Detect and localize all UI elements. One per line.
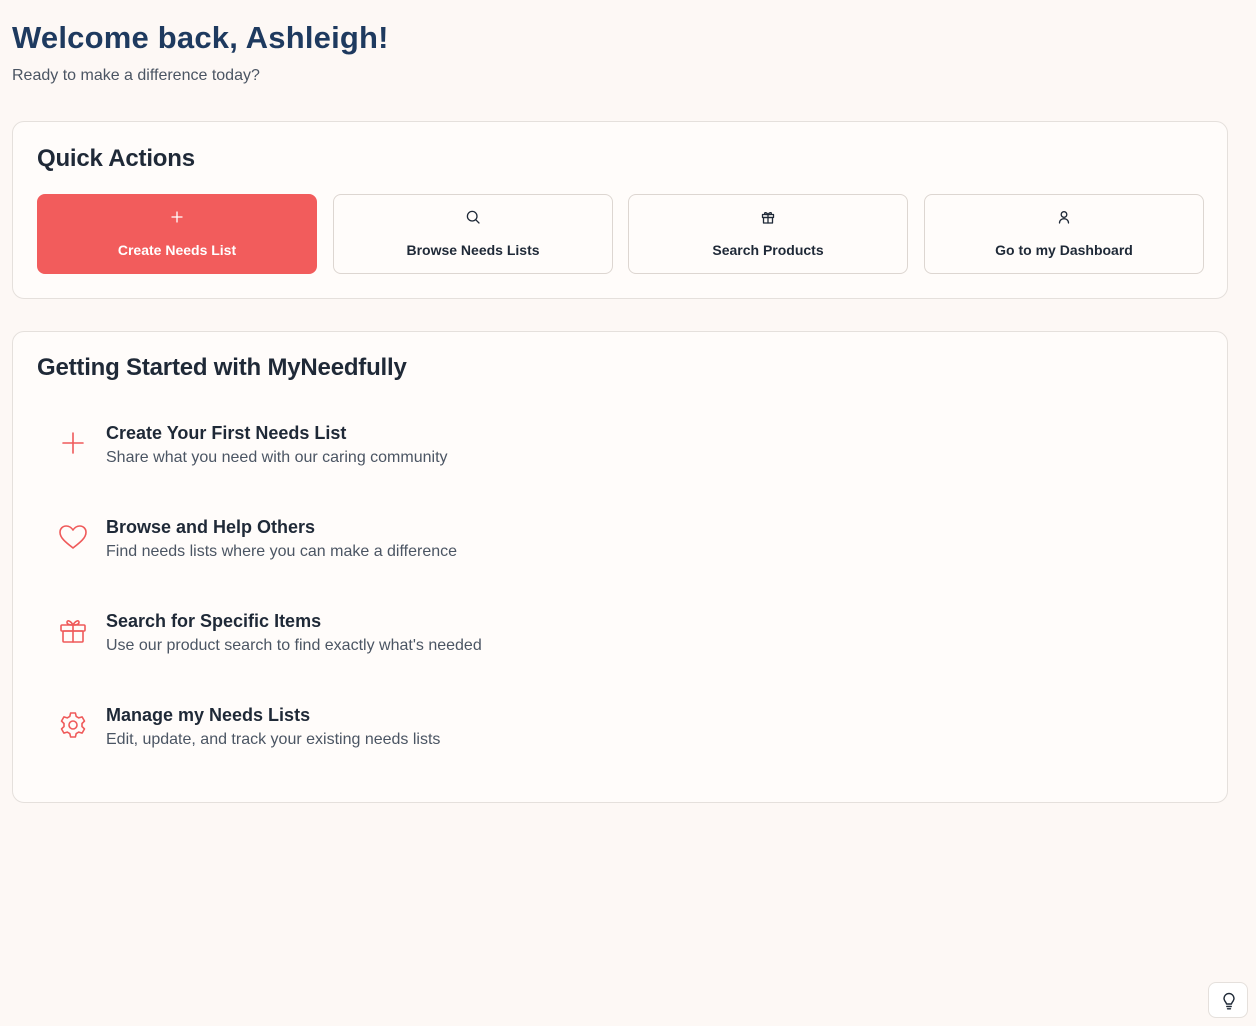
getting-started-item-description: Find needs lists where you can make a di… (106, 543, 458, 560)
getting-started-item-search[interactable]: Search for Specific Items Use our produc… (57, 611, 757, 675)
getting-started-item-title: Search for Specific Items (106, 611, 322, 631)
help-button[interactable] (1208, 982, 1248, 1018)
getting-started-item-title: Manage my Needs Lists (106, 705, 311, 725)
getting-started-item-browse[interactable]: Browse and Help Others Find needs lists … (57, 517, 757, 581)
lightbulb-icon (1223, 992, 1235, 1010)
gift-icon (761, 211, 775, 224)
getting-started-item-description: Share what you need with our caring comm… (106, 449, 448, 466)
plus-icon (171, 211, 183, 223)
search-products-label: Search Products (712, 242, 824, 258)
gift-icon (60, 620, 86, 643)
getting-started-item-title: Browse and Help Others (106, 517, 316, 537)
page: Welcome back, Ashleigh! Ready to make a … (0, 0, 1256, 1026)
getting-started-item-create[interactable]: Create Your First Needs List Share what … (57, 423, 757, 487)
go-to-dashboard-label: Go to my Dashboard (995, 242, 1133, 258)
browse-needs-lists-label: Browse Needs Lists (406, 242, 540, 258)
search-icon (466, 210, 480, 224)
search-products-button[interactable]: Search Products (628, 194, 908, 274)
user-icon (1058, 211, 1070, 224)
gear-icon (60, 712, 86, 738)
getting-started-item-manage[interactable]: Manage my Needs Lists Edit, update, and … (57, 705, 757, 769)
create-needs-list-label: Create Needs List (117, 242, 237, 258)
plus-icon (62, 432, 84, 454)
quick-actions-card: Quick Actions Create Needs List Browse N… (12, 121, 1228, 299)
create-needs-list-button[interactable]: Create Needs List (37, 194, 317, 274)
getting-started-item-description: Use our product search to find exactly w… (106, 637, 482, 654)
quick-actions-title: Quick Actions (37, 145, 195, 172)
go-to-dashboard-button[interactable]: Go to my Dashboard (924, 194, 1204, 274)
getting-started-card: Getting Started with MyNeedfully Create … (12, 331, 1228, 803)
getting-started-item-description: Edit, update, and track your existing ne… (106, 731, 441, 748)
heart-icon (59, 525, 87, 549)
getting-started-title: Getting Started with MyNeedfully (37, 354, 407, 381)
getting-started-item-title: Create Your First Needs List (106, 423, 347, 443)
welcome-title: Welcome back, Ashleigh! (12, 20, 389, 55)
browse-needs-lists-button[interactable]: Browse Needs Lists (333, 194, 613, 274)
welcome-subtitle: Ready to make a difference today? (12, 67, 260, 84)
